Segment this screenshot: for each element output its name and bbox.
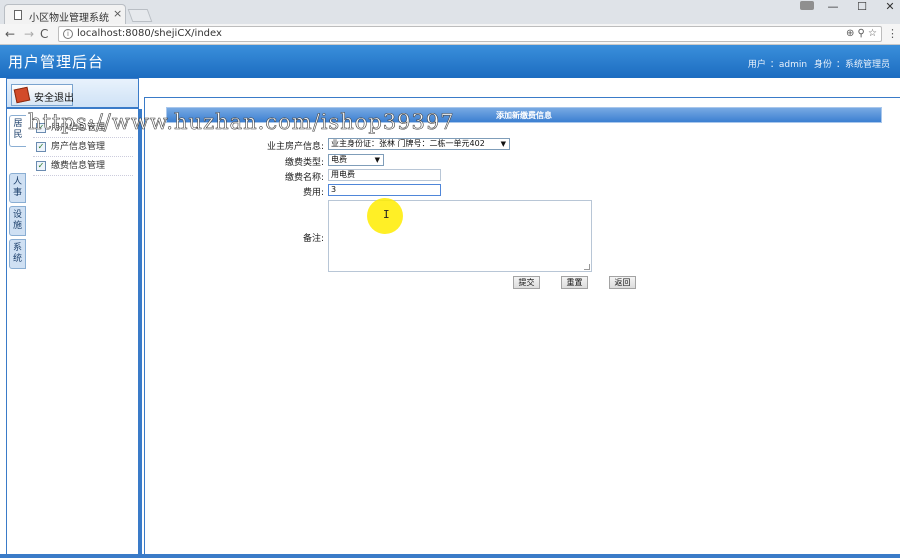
logout-icon — [13, 86, 31, 104]
url-input[interactable]: i localhost:8080/shejiCX/index ⊕ ⚲ ☆ — [58, 26, 882, 42]
property-select[interactable]: 业主身份证：张林 门牌号：二栋一单元402 ▼ — [328, 138, 510, 150]
vertical-tabs: 居民 人事 设施 系统 — [9, 115, 27, 272]
main-content: 添加新缴费信息 业主房产信息: 业主身份证：张林 门牌号：二栋一单元402 ▼ … — [144, 97, 900, 555]
tab-personnel[interactable]: 人事 — [9, 173, 26, 203]
browser-menu-icon[interactable]: ⋮ — [887, 27, 898, 40]
amount-input[interactable]: 3 — [328, 184, 441, 196]
tab-residents[interactable]: 居民 — [9, 115, 26, 147]
sidebar: 安全退出 居民 人事 设施 系统 ✓ 用户信息管理 ✓ 房产信息管理 ✓ 缴费信… — [6, 78, 142, 558]
resize-grip-icon[interactable] — [584, 264, 590, 270]
tab-close-icon[interactable]: × — [113, 7, 122, 20]
property-label: 业主房产信息: — [266, 142, 324, 152]
role-value: ：系统管理员 — [835, 60, 890, 70]
page-title: 用户管理后台 — [8, 53, 105, 71]
reset-button[interactable]: 重置 — [561, 276, 588, 289]
remark-label: 备注: — [302, 234, 324, 244]
submit-button[interactable]: 提交 — [513, 276, 540, 289]
dropdown-icon: ▼ — [500, 140, 506, 148]
watermark-text: https://www.huzhan.com/ishop39397 — [28, 110, 455, 135]
logout-row: 安全退出 — [7, 79, 138, 109]
sidebar-item-label: 房产信息管理 — [51, 142, 106, 152]
close-window-icon[interactable]: ✕ — [883, 0, 897, 14]
profile-icon[interactable] — [800, 1, 814, 10]
fee-type-select-value: 电费 — [331, 155, 347, 164]
edit-icon: ✓ — [36, 161, 46, 171]
address-bar: ← → C i localhost:8080/shejiCX/index ⊕ ⚲… — [0, 24, 900, 45]
fee-type-label: 缴费类型: — [284, 158, 324, 168]
reload-icon[interactable]: C — [40, 27, 48, 41]
sidebar-item-payment-info[interactable]: ✓ 缴费信息管理 — [33, 157, 133, 176]
app-header: 用户管理后台 用户 ：admin 身份 ：系统管理员 — [0, 45, 900, 78]
amount-label: 费用: — [302, 188, 324, 198]
tab-facilities[interactable]: 设施 — [9, 206, 26, 236]
info-icon[interactable]: i — [63, 29, 73, 39]
user-info: 用户 ：admin 身份 ：系统管理员 — [744, 57, 890, 70]
minimize-icon[interactable]: — — [826, 0, 840, 14]
fee-name-input[interactable]: 用电费 — [328, 169, 441, 181]
fee-type-select[interactable]: 电费 ▼ — [328, 154, 384, 166]
browser-tab-bar: 小区物业管理系统 × — ☐ ✕ — [0, 0, 900, 24]
url-text: localhost:8080/shejiCX/index — [77, 28, 222, 39]
text-cursor-icon: I — [383, 208, 390, 221]
tab-system[interactable]: 系统 — [9, 239, 26, 269]
back-button[interactable]: 返回 — [609, 276, 636, 289]
bottom-border — [0, 554, 900, 558]
property-select-value: 业主身份证：张林 门牌号：二栋一单元402 — [331, 139, 485, 148]
user-value: ：admin — [769, 60, 808, 70]
logout-button[interactable]: 安全退出 — [11, 84, 74, 106]
dropdown-icon: ▼ — [374, 156, 380, 164]
user-label: 用户 — [747, 60, 766, 70]
logout-label: 安全退出 — [34, 93, 74, 104]
new-tab-button[interactable] — [127, 9, 153, 22]
browser-tab[interactable]: 小区物业管理系统 × — [4, 4, 126, 24]
forward-icon[interactable]: → — [24, 27, 34, 41]
page-icon — [14, 10, 22, 20]
sidebar-item-label: 缴费信息管理 — [51, 161, 106, 171]
sidebar-scrollbar[interactable] — [138, 109, 142, 557]
role-label: 身份 — [813, 60, 832, 70]
zoom-key-star-icons[interactable]: ⊕ ⚲ ☆ — [846, 28, 877, 39]
back-icon[interactable]: ← — [5, 27, 15, 41]
edit-icon: ✓ — [36, 142, 46, 152]
fee-name-label: 缴费名称: — [284, 173, 324, 183]
maximize-icon[interactable]: ☐ — [855, 0, 869, 14]
tab-title: 小区物业管理系统 — [29, 13, 109, 24]
sidebar-item-property-info[interactable]: ✓ 房产信息管理 — [33, 138, 133, 157]
